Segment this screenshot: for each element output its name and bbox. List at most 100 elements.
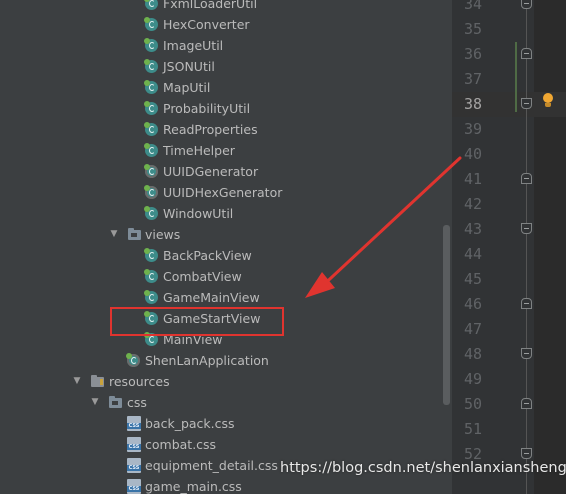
tree-item-css[interactable]: CSS game_main.css	[0, 476, 452, 494]
line-number: 47	[463, 320, 482, 338]
java-class-icon	[144, 38, 158, 52]
fold-toggle-icon[interactable]	[521, 98, 532, 109]
fold-toggle-icon[interactable]	[521, 398, 532, 409]
java-class-icon	[144, 80, 158, 94]
css-badge: CSS	[127, 423, 141, 429]
tree-item-class[interactable]: ReadProperties	[0, 119, 452, 140]
line-number: 42	[463, 195, 482, 213]
tree-item-label: ReadProperties	[163, 122, 258, 137]
gutter-divider	[526, 0, 527, 494]
highlight-box	[110, 307, 284, 336]
css-badge: CSS	[127, 486, 141, 492]
tree-item-label: ImageUtil	[163, 38, 224, 53]
tree-item-class[interactable]: UUIDGenerator	[0, 161, 452, 182]
css-file-icon: CSS	[127, 437, 141, 452]
java-class-icon	[144, 122, 158, 136]
fold-toggle-icon[interactable]	[521, 348, 532, 359]
tree-item-label: GameMainView	[163, 290, 260, 305]
chevron-down-icon[interactable]: ▼	[90, 392, 100, 413]
tree-item-folder[interactable]: ▼ resources	[0, 371, 452, 392]
line-number: 48	[463, 345, 482, 363]
tree-item-label: UUIDGenerator	[163, 164, 259, 179]
chevron-down-icon[interactable]: ▼	[109, 224, 119, 245]
intention-bulb-icon[interactable]	[542, 93, 554, 109]
css-file-icon: CSS	[127, 416, 141, 431]
java-class-icon	[144, 206, 158, 220]
tree-item-css[interactable]: CSS back_pack.css	[0, 413, 452, 434]
tree-item-label: views	[145, 227, 181, 242]
tree-item-label: back_pack.css	[145, 416, 235, 431]
tree-item-css[interactable]: CSS combat.css	[0, 434, 452, 455]
tree-scrollbar[interactable]	[443, 225, 450, 405]
line-number: 51	[463, 420, 482, 438]
line-number: 50	[463, 395, 482, 413]
tree-item-class[interactable]: WindowUtil	[0, 203, 452, 224]
line-number: 39	[463, 120, 482, 138]
tree-item-label: game_main.css	[145, 479, 242, 494]
tree-item-class[interactable]: FxmlLoaderUtil	[0, 0, 452, 14]
line-number: 38	[463, 95, 482, 113]
chevron-down-icon[interactable]: ▼	[72, 371, 82, 392]
fold-toggle-icon[interactable]	[521, 48, 532, 59]
fold-toggle-icon[interactable]	[521, 298, 532, 309]
tree-item-label: equipment_detail.css	[145, 458, 278, 473]
line-number: 45	[463, 270, 482, 288]
tree-item-folder[interactable]: ▼ css	[0, 392, 452, 413]
tree-item-label: WindowUtil	[163, 206, 234, 221]
css-file-icon: CSS	[127, 479, 141, 494]
tree-item-class[interactable]: HexConverter	[0, 14, 452, 35]
line-number: 34	[463, 0, 482, 13]
java-class-icon	[144, 185, 158, 199]
line-number: 40	[463, 145, 482, 163]
tree-item-class[interactable]: ImageUtil	[0, 35, 452, 56]
tree-item-folder[interactable]: ▼ views	[0, 224, 452, 245]
tree-item-label: resources	[109, 374, 170, 389]
java-class-icon	[144, 59, 158, 73]
fold-toggle-icon[interactable]	[521, 173, 532, 184]
tree-item-class[interactable]: BackPackView	[0, 245, 452, 266]
tree-item-label: css	[127, 395, 147, 410]
tree-item-label: ShenLanApplication	[145, 353, 269, 368]
tree-item-label: combat.css	[145, 437, 217, 452]
line-number: 46	[463, 295, 482, 313]
tree-item-label: TimeHelper	[163, 143, 235, 158]
tree-item-label: JSONUtil	[163, 59, 215, 74]
tree-item-class[interactable]: MapUtil	[0, 77, 452, 98]
tree-item-label: CombatView	[163, 269, 242, 284]
fold-toggle-icon[interactable]	[521, 223, 532, 234]
tree-item-class[interactable]: TimeHelper	[0, 140, 452, 161]
line-number: 35	[463, 20, 482, 38]
tree-item-class[interactable]: CombatView	[0, 266, 452, 287]
tree-item-class[interactable]: GameMainView	[0, 287, 452, 308]
fold-toggle-icon[interactable]	[521, 448, 532, 459]
line-number: 44	[463, 245, 482, 263]
css-file-icon: CSS	[127, 458, 141, 473]
tree-item-label: FxmlLoaderUtil	[163, 0, 258, 11]
watermark-text: https://blog.csdn.net/shenlanxiansheng	[280, 460, 566, 476]
java-class-icon	[144, 290, 158, 304]
tree-item-label: HexConverter	[163, 17, 250, 32]
java-class-icon	[144, 17, 158, 31]
editor-area[interactable]	[534, 0, 566, 494]
java-class-icon	[144, 101, 158, 115]
tree-item-label: BackPackView	[163, 248, 252, 263]
css-badge: CSS	[127, 444, 141, 450]
change-marker	[515, 42, 517, 112]
project-tree: FxmlLoaderUtil HexConverter ImageUtil JSONU…	[0, 0, 452, 494]
tree-item-label: UUIDHexGenerator	[163, 185, 283, 200]
fold-toggle-icon[interactable]	[521, 0, 532, 9]
tree-item-class[interactable]: ShenLanApplication	[0, 350, 452, 371]
tree-item-class[interactable]: ProbabilityUtil	[0, 98, 452, 119]
java-class-icon	[144, 143, 158, 157]
tree-item-class[interactable]: UUIDHexGenerator	[0, 182, 452, 203]
tree-item-label: MapUtil	[163, 80, 211, 95]
java-class-icon	[144, 269, 158, 283]
tree-item-label: ProbabilityUtil	[163, 101, 251, 116]
tree-item-class[interactable]: JSONUtil	[0, 56, 452, 77]
line-number: 41	[463, 170, 482, 188]
java-class-icon	[144, 248, 158, 262]
line-number: 37	[463, 70, 482, 88]
java-class-icon	[126, 353, 140, 367]
java-class-icon	[144, 164, 158, 178]
line-number: 43	[463, 220, 482, 238]
